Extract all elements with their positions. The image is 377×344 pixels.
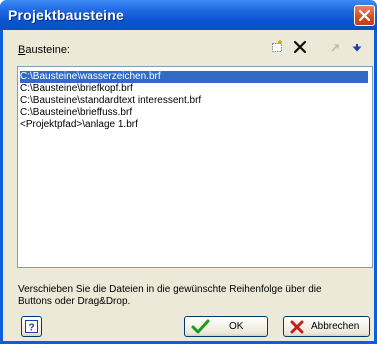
delete-icon	[293, 40, 307, 54]
help-icon: ?	[25, 320, 38, 334]
bausteine-label: Bausteine:	[18, 44, 70, 56]
list-item[interactable]: C:\Bausteine\briefkopf.brf	[20, 83, 133, 95]
arrow-down-icon	[352, 44, 362, 52]
bausteine-label-rest: austeine:	[25, 44, 70, 56]
cancel-button-label: Abbrechen	[311, 321, 360, 332]
ok-button[interactable]: OK	[184, 316, 268, 337]
close-button[interactable]	[354, 5, 375, 26]
list-item[interactable]: <Projektpfad>\anlage 1.brf	[20, 119, 138, 131]
move-down-button[interactable]	[348, 38, 366, 56]
new-file-icon	[272, 40, 282, 52]
hint-text: Verschieben Sie die Dateien in die gewün…	[18, 284, 322, 307]
list-item[interactable]: C:\Bausteine\brieffuss.brf	[20, 107, 132, 119]
window-title: Projektbausteine	[8, 7, 125, 23]
move-up-button[interactable]	[326, 38, 344, 56]
svg-text:?: ?	[28, 323, 34, 334]
delete-file-button[interactable]	[291, 38, 309, 56]
ok-button-label: OK	[229, 321, 244, 332]
title-bar[interactable]: Projektbausteine	[0, 0, 377, 30]
cancel-icon	[290, 320, 304, 334]
arrow-up-icon	[331, 44, 339, 52]
bausteine-list[interactable]: C:\Bausteine\wasserzeichen.brf C:\Bauste…	[17, 66, 373, 268]
help-button[interactable]: ?	[21, 316, 42, 337]
add-file-button[interactable]	[268, 38, 286, 56]
checkmark-icon	[191, 319, 210, 334]
list-item[interactable]: C:\Bausteine\wasserzeichen.brf	[20, 71, 368, 83]
list-item[interactable]: C:\Bausteine\standardtext interessent.br…	[20, 95, 201, 107]
cancel-button[interactable]: Abbrechen	[283, 316, 370, 337]
close-icon	[359, 10, 370, 21]
